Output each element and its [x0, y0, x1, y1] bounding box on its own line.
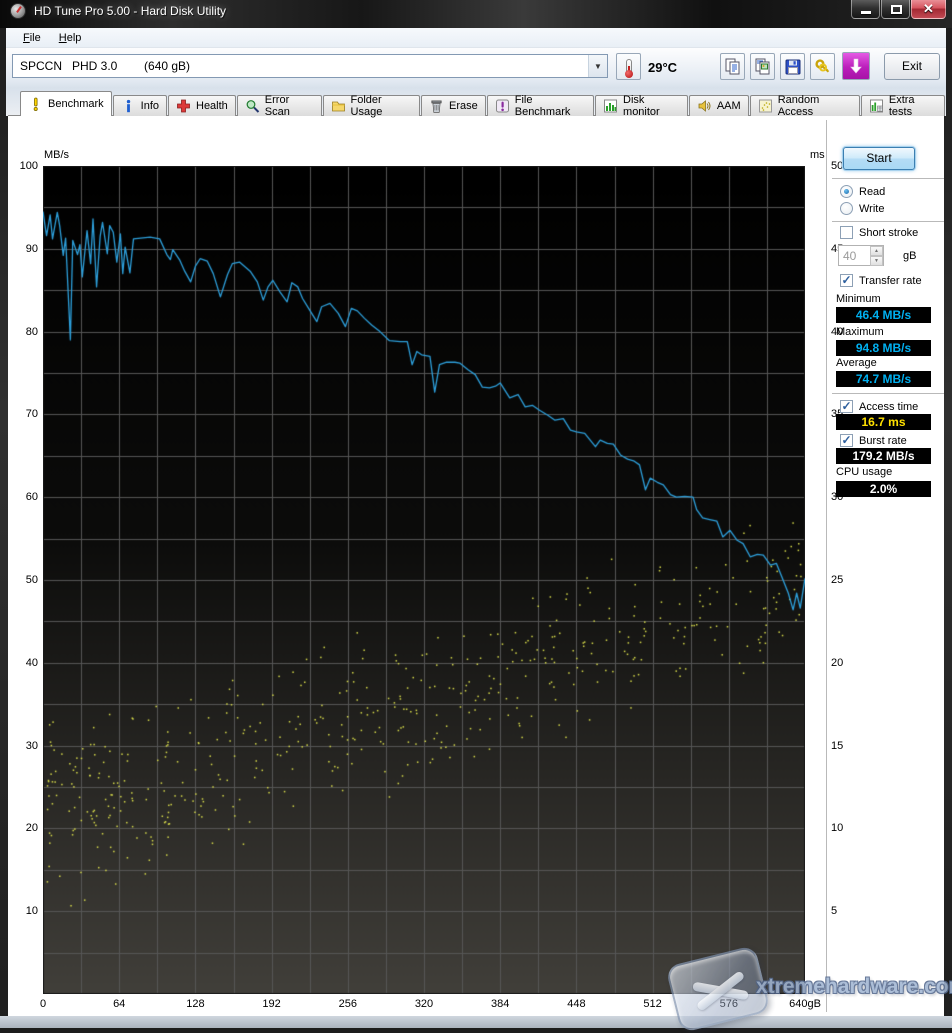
maximize-button[interactable]: [881, 0, 910, 19]
tab-erase[interactable]: Erase: [420, 95, 486, 116]
exit-button[interactable]: Exit: [884, 53, 940, 80]
cpu-usage-value: 2.0%: [836, 481, 931, 497]
tab-benchmark[interactable]: Benchmark: [20, 91, 112, 116]
magnifier-icon: [245, 99, 260, 113]
tab-folder-usage[interactable]: Folder Usage: [322, 94, 420, 118]
short-stroke-label: Short stroke: [859, 227, 919, 239]
copy-text-icon: [725, 58, 739, 74]
window-bottom-frame: [0, 1016, 952, 1028]
access-time-value: 16.7 ms: [836, 414, 931, 430]
tab-strip: Benchmark Info Health Error Scan Folder …: [6, 88, 946, 118]
minimize-button[interactable]: [851, 0, 880, 19]
close-icon: ✕: [923, 1, 934, 16]
transfer-rate-label: Transfer rate: [859, 275, 922, 287]
read-radio[interactable]: [840, 185, 853, 198]
trash-icon: [429, 99, 444, 113]
app-icon: [10, 3, 26, 19]
save-button[interactable]: [780, 53, 805, 80]
copy-text-button[interactable]: [720, 53, 745, 80]
chevron-down-icon: ▼: [588, 55, 607, 77]
maximum-value: 94.8 MB/s: [836, 340, 931, 356]
toolbar: SPCCN PHD 3.0 (640 gB) ▼ 29°C Exit: [6, 48, 946, 88]
short-stroke-unit: gB: [903, 250, 917, 262]
access-time-checkbox[interactable]: [840, 400, 853, 413]
spin-down-icon[interactable]: ▼: [870, 256, 883, 266]
copy-image-icon: [755, 58, 769, 74]
maximize-icon: [891, 5, 902, 14]
save-icon: [785, 59, 800, 74]
minimum-value: 46.4 MB/s: [836, 307, 931, 323]
copy-image-button[interactable]: [750, 53, 775, 80]
maximum-label: Maximum: [836, 326, 884, 338]
tab-file-benchmark[interactable]: File Benchmark: [486, 94, 595, 118]
burst-rate-checkbox[interactable]: [840, 434, 853, 447]
hd-tune-window: { "window": { "title": "HD Tune Pro 5.00…: [0, 0, 952, 1033]
average-label: Average: [836, 357, 877, 369]
tab-health[interactable]: Health: [168, 95, 236, 116]
burst-rate-label: Burst rate: [859, 435, 907, 447]
read-label: Read: [859, 186, 886, 198]
minimum-label: Minimum: [836, 293, 881, 305]
panel-divider: [826, 120, 828, 1012]
options-button[interactable]: [810, 53, 835, 80]
separator: [832, 221, 944, 223]
tab-disk-monitor[interactable]: Disk monitor: [595, 94, 688, 118]
benchmark-chart-canvas: [43, 166, 805, 994]
tab-info[interactable]: Info: [112, 95, 167, 116]
spin-up-icon[interactable]: ▲: [870, 246, 883, 256]
bar-chart-icon: [603, 99, 618, 113]
keys-icon: [814, 58, 829, 72]
tab-extra-tests[interactable]: Extra tests: [860, 94, 946, 118]
random-dots-icon: [758, 99, 773, 113]
write-label: Write: [859, 203, 885, 215]
file-benchmark-icon: [495, 99, 510, 113]
tab-aam[interactable]: AAM: [688, 95, 749, 116]
temperature-value: 29°C: [648, 60, 678, 75]
tab-random-access[interactable]: Random Access: [749, 94, 860, 118]
download-button[interactable]: [842, 52, 870, 80]
separator: [832, 393, 944, 395]
start-button[interactable]: Start: [843, 147, 915, 170]
burst-rate-value: 179.2 MB/s: [836, 448, 931, 464]
window-title: HD Tune Pro 5.00 - Hard Disk Utility: [34, 4, 227, 18]
folder-icon: [331, 99, 346, 113]
minimize-icon: [861, 11, 871, 14]
speaker-icon: [697, 99, 712, 113]
temperature-button[interactable]: [616, 53, 641, 80]
title-bar: HD Tune Pro 5.00 - Hard Disk Utility ✕: [0, 0, 952, 28]
average-value: 74.7 MB/s: [836, 371, 931, 387]
caption-buttons: ✕: [850, 0, 946, 19]
menu-bar: File Help: [6, 28, 946, 48]
tab-error-scan[interactable]: Error Scan: [236, 94, 322, 118]
drive-selector[interactable]: SPCCN PHD 3.0 (640 gB) ▼: [12, 54, 608, 78]
menu-file[interactable]: File: [14, 30, 50, 46]
drive-selector-value: SPCCN PHD 3.0 (640 gB): [20, 59, 191, 73]
transfer-rate-checkbox[interactable]: [840, 274, 853, 287]
menu-help[interactable]: Help: [50, 30, 91, 46]
cpu-usage-label: CPU usage: [836, 466, 893, 478]
write-radio[interactable]: [840, 202, 853, 215]
thermometer-icon: [624, 58, 633, 78]
close-button[interactable]: ✕: [911, 0, 946, 19]
benchmark-icon: [28, 97, 43, 111]
short-stroke-value: 40: [843, 249, 857, 263]
download-arrow-icon: [850, 58, 862, 74]
access-time-label: Access time: [859, 401, 919, 413]
health-cross-icon: [176, 99, 191, 113]
short-stroke-checkbox[interactable]: [840, 226, 853, 239]
info-icon: [121, 99, 136, 113]
separator: [832, 178, 944, 180]
short-stroke-spinner[interactable]: 40 ▲ ▼: [838, 245, 884, 266]
extra-tests-icon: [869, 99, 884, 113]
